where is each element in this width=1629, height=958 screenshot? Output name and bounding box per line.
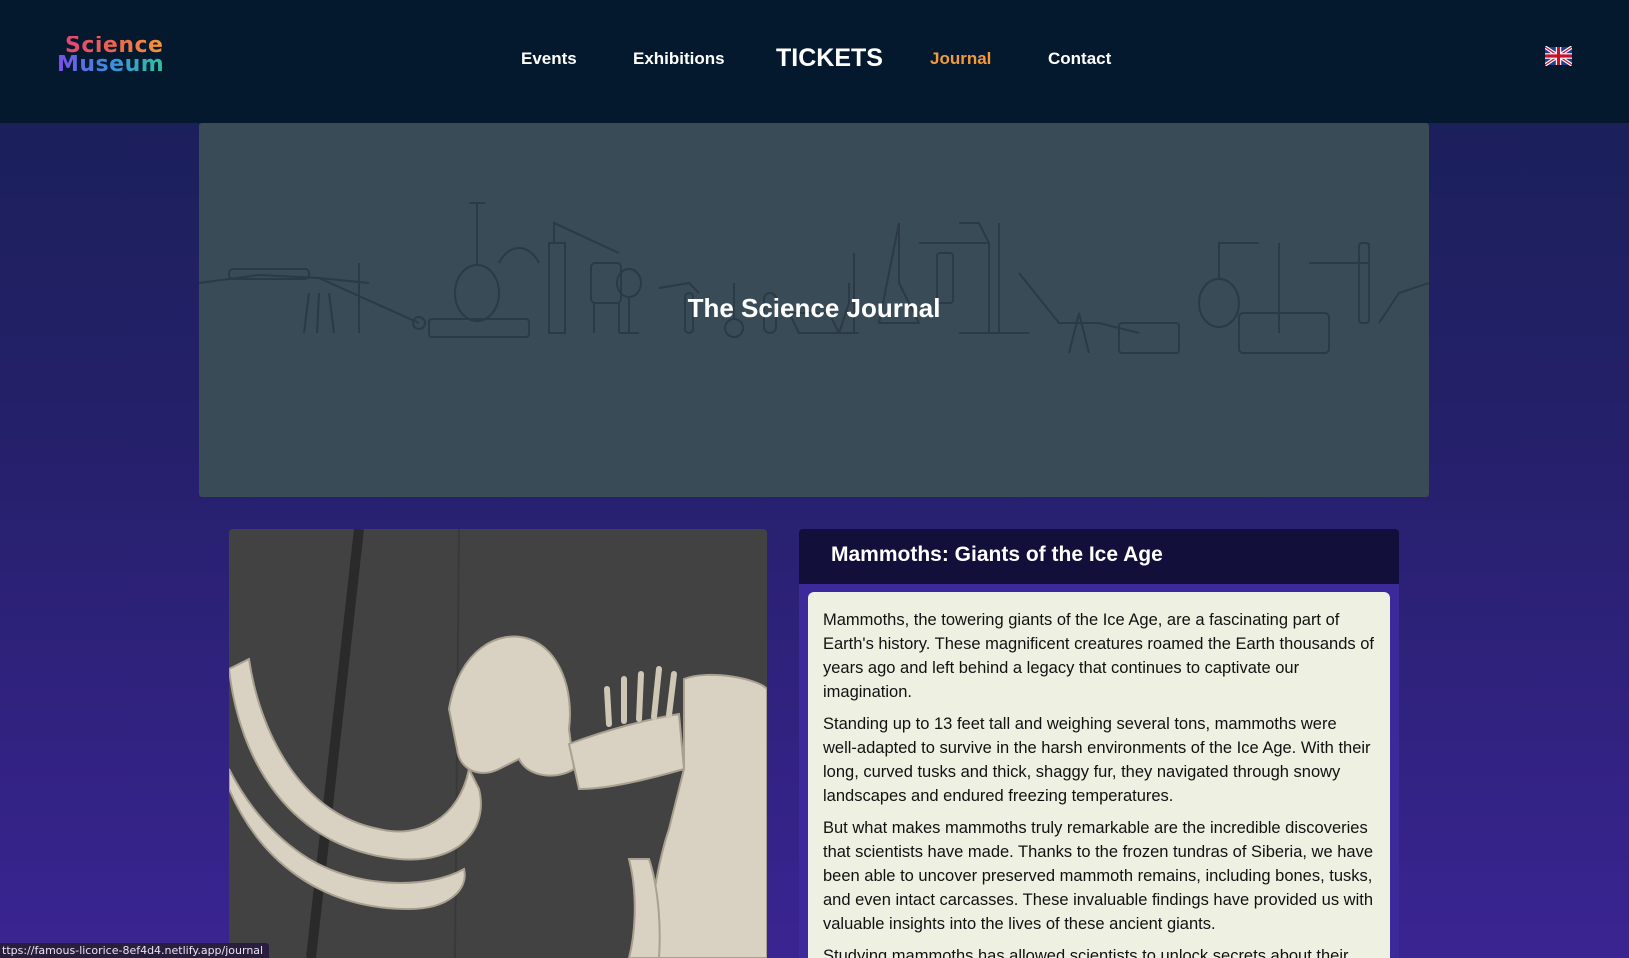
article-paragraph: Studying mammoths has allowed scientists… — [823, 947, 1349, 958]
article-title: Mammoths: Giants of the Ice Age — [799, 529, 1399, 584]
top-navigation-bar: Science Museum Events Exhibitions TICKET… — [0, 0, 1629, 123]
nav-tickets[interactable]: TICKETS — [776, 44, 883, 73]
uk-flag-icon[interactable] — [1544, 45, 1573, 67]
article-card: Mammoths: Giants of the Ice Age Mammoths… — [799, 529, 1399, 958]
article-paragraph: But what makes mammoths truly remarkable… — [823, 819, 1374, 933]
nav-exhibitions[interactable]: Exhibitions — [633, 49, 725, 69]
mammoth-skeleton-photo — [229, 529, 767, 958]
hero-banner: The Science Journal — [199, 123, 1429, 497]
browser-status-url: ttps://famous-licorice-8ef4d4.netlify.ap… — [0, 943, 270, 958]
article-body: Mammoths, the towering giants of the Ice… — [808, 592, 1390, 958]
logo-line-2: Museum — [57, 52, 165, 77]
article-paragraph: Standing up to 13 feet tall and weighing… — [823, 715, 1371, 805]
science-museum-logo[interactable]: Science Museum — [57, 35, 165, 78]
lab-equipment-illustration — [199, 202, 1429, 354]
nav-events[interactable]: Events — [521, 49, 577, 69]
nav-contact[interactable]: Contact — [1048, 49, 1111, 69]
nav-journal[interactable]: Journal — [930, 49, 991, 69]
article-paragraph: Mammoths, the towering giants of the Ice… — [823, 611, 1374, 701]
page-title: The Science Journal — [687, 293, 941, 323]
